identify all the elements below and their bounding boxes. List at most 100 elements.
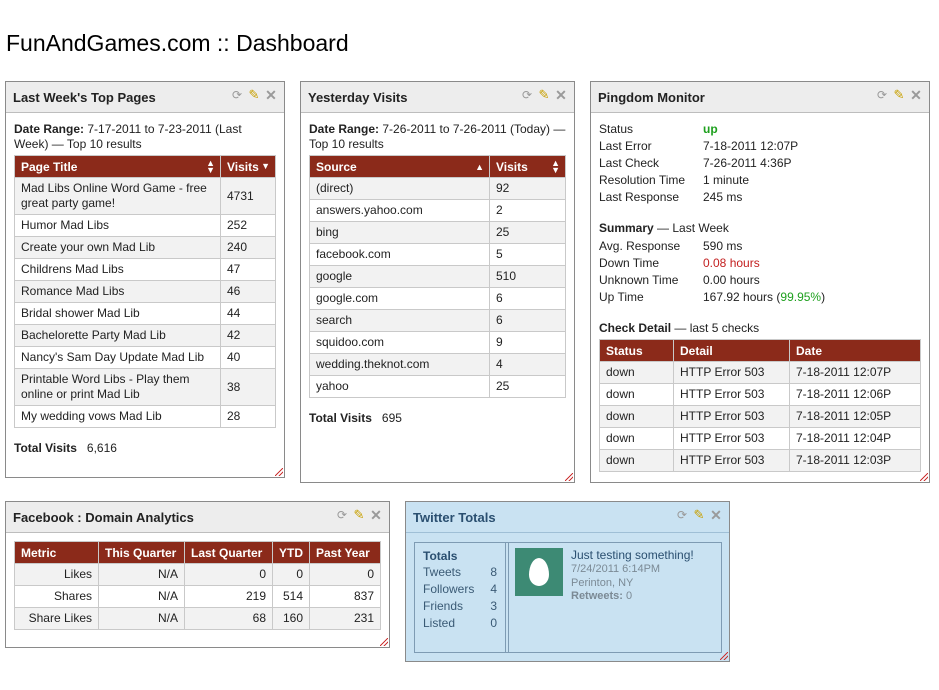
table-cell: 510 <box>489 265 566 288</box>
date-range: Date Range: 7-26-2011 to 7-26-2011 (Toda… <box>309 122 566 151</box>
edit-icon[interactable]: ✎ <box>247 88 261 102</box>
table-cell: N/A <box>98 563 185 586</box>
table-cell: 25 <box>489 375 566 398</box>
table-cell: Romance Mad Libs <box>14 280 221 303</box>
widget-pingdom: Pingdom Monitor ⟳ ✎ ✕ Status up Last Erro… <box>590 81 930 483</box>
refresh-icon[interactable]: ⟳ <box>520 88 534 102</box>
table-row: Romance Mad Libs 46 <box>14 280 276 303</box>
resize-handle[interactable] <box>720 652 728 660</box>
sort-icon[interactable]: ▲ ▼ <box>551 159 560 175</box>
table-cell: search <box>309 309 490 332</box>
table-cell: 7-18-2011 12:03P <box>789 449 921 472</box>
widget-title: Twitter Totals <box>413 510 496 525</box>
yesterday-table: Source ▲ Visits ▲ ▼ (direct) 92 answers.yahoo… <box>309 155 566 398</box>
table-row: google.com 6 <box>309 287 566 310</box>
table-row: down HTTP Error 503 7-18-2011 12:07P <box>599 361 921 384</box>
table-row: Likes N/A 0 0 0 <box>14 563 381 586</box>
resize-handle[interactable] <box>565 473 573 481</box>
sort-icon[interactable]: ▲ ▼ <box>206 159 215 175</box>
table-cell: 240 <box>220 236 276 259</box>
table-cell: Nancy's Sam Day Update Mad Lib <box>14 346 221 369</box>
edit-icon[interactable]: ✎ <box>892 88 906 102</box>
refresh-icon[interactable]: ⟳ <box>875 88 889 102</box>
col-detail[interactable]: Detail <box>673 339 790 362</box>
table-cell: down <box>599 449 674 472</box>
date-range: Date Range: 7-17-2011 to 7-23-2011 (Last… <box>14 122 242 151</box>
resize-handle[interactable] <box>380 638 388 646</box>
col-metric[interactable]: Metric <box>14 541 99 564</box>
col-ytd[interactable]: YTD <box>272 541 310 564</box>
close-icon[interactable]: ✕ <box>264 88 278 102</box>
refresh-icon[interactable]: ⟳ <box>230 88 244 102</box>
table-cell: 0 <box>272 563 310 586</box>
table-row: (direct) 92 <box>309 177 566 200</box>
tweet-retweets: Retweets: 0 <box>571 590 633 602</box>
refresh-icon[interactable]: ⟳ <box>335 508 349 522</box>
close-icon[interactable]: ✕ <box>709 508 723 522</box>
col-page-title[interactable]: Page Title ▲ ▼ <box>14 155 221 178</box>
table-row: Childrens Mad Libs 47 <box>14 258 276 281</box>
avatar[interactable] <box>515 548 563 596</box>
table-cell: 252 <box>220 214 276 237</box>
table-row: down HTTP Error 503 7-18-2011 12:04P <box>599 427 921 450</box>
widget-header[interactable]: Yesterday Visits ⟳ ✎ ✕ <box>301 82 574 113</box>
resize-handle[interactable] <box>920 473 928 481</box>
summary-heading: Summary — Last Week <box>599 221 729 235</box>
sort-asc-icon[interactable]: ▲ <box>475 163 484 172</box>
edit-icon[interactable]: ✎ <box>692 508 706 522</box>
table-cell: facebook.com <box>309 243 490 266</box>
col-source[interactable]: Source ▲ <box>309 155 490 178</box>
col-status[interactable]: Status <box>599 339 674 362</box>
edit-icon[interactable]: ✎ <box>352 508 366 522</box>
tweet-location: Perinton, NY <box>571 577 634 589</box>
tweet-text[interactable]: Just testing something! <box>571 548 694 562</box>
table-cell: Bridal shower Mad Lib <box>14 302 221 325</box>
table-cell: N/A <box>98 585 185 608</box>
table-row: Nancy's Sam Day Update Mad Lib 40 <box>14 346 276 369</box>
table-cell: 837 <box>309 585 381 608</box>
table-cell: wedding.theknot.com <box>309 353 490 376</box>
close-icon[interactable]: ✕ <box>554 88 568 102</box>
table-row: squidoo.com 9 <box>309 331 566 354</box>
table-cell: 46 <box>220 280 276 303</box>
resize-handle[interactable] <box>275 468 283 476</box>
table-cell: 7-18-2011 12:06P <box>789 383 921 406</box>
table-cell: Share Likes <box>14 607 99 630</box>
table-cell: 6 <box>489 309 566 332</box>
col-date[interactable]: Date <box>789 339 921 362</box>
widget-header[interactable]: Twitter Totals ⟳ ✎ ✕ <box>406 502 729 533</box>
table-row: down HTTP Error 503 7-18-2011 12:06P <box>599 383 921 406</box>
col-past-year[interactable]: Past Year <box>309 541 381 564</box>
refresh-icon[interactable]: ⟳ <box>675 508 689 522</box>
widget-header[interactable]: Facebook : Domain Analytics ⟳ ✎ ✕ <box>6 502 389 533</box>
table-cell: 4731 <box>220 177 276 215</box>
widget-header[interactable]: Pingdom Monitor ⟳ ✎ ✕ <box>591 82 929 113</box>
table-cell: down <box>599 383 674 406</box>
table-row: down HTTP Error 503 7-18-2011 12:05P <box>599 405 921 428</box>
close-icon[interactable]: ✕ <box>909 88 923 102</box>
col-this-quarter[interactable]: This Quarter <box>98 541 185 564</box>
sort-desc-icon[interactable]: ▼ <box>261 162 270 171</box>
close-icon[interactable]: ✕ <box>369 508 383 522</box>
table-cell: My wedding vows Mad Lib <box>14 405 221 428</box>
col-last-quarter[interactable]: Last Quarter <box>184 541 273 564</box>
top-pages-table: Page Title ▲ ▼ Visits ▼ Mad Libs Online Wor… <box>14 155 276 428</box>
table-row: Bridal shower Mad Lib 44 <box>14 302 276 325</box>
edit-icon[interactable]: ✎ <box>537 88 551 102</box>
col-visits[interactable]: Visits ▲ ▼ <box>489 155 566 178</box>
widget-yesterday-visits: Yesterday Visits ⟳ ✎ ✕ Date Range: 7-26-… <box>300 81 575 483</box>
table-cell: google <box>309 265 490 288</box>
tweet-date: 7/24/2011 6:14PM <box>571 563 661 575</box>
table-cell: Humor Mad Libs <box>14 214 221 237</box>
page-title: FunAndGames.com :: Dashboard <box>6 30 349 56</box>
table-cell: HTTP Error 503 <box>673 449 790 472</box>
egg-icon <box>529 558 549 586</box>
widget-title: Last Week's Top Pages <box>13 90 156 105</box>
table-cell: 25 <box>489 221 566 244</box>
table-cell: 28 <box>220 405 276 428</box>
table-cell: 0 <box>309 563 381 586</box>
table-cell: HTTP Error 503 <box>673 383 790 406</box>
check-detail-table: Status Detail Date down HTTP Error 503 7-1… <box>599 339 921 472</box>
col-visits[interactable]: Visits ▼ <box>220 155 276 178</box>
widget-header[interactable]: Last Week's Top Pages ⟳ ✎ ✕ <box>6 82 284 113</box>
